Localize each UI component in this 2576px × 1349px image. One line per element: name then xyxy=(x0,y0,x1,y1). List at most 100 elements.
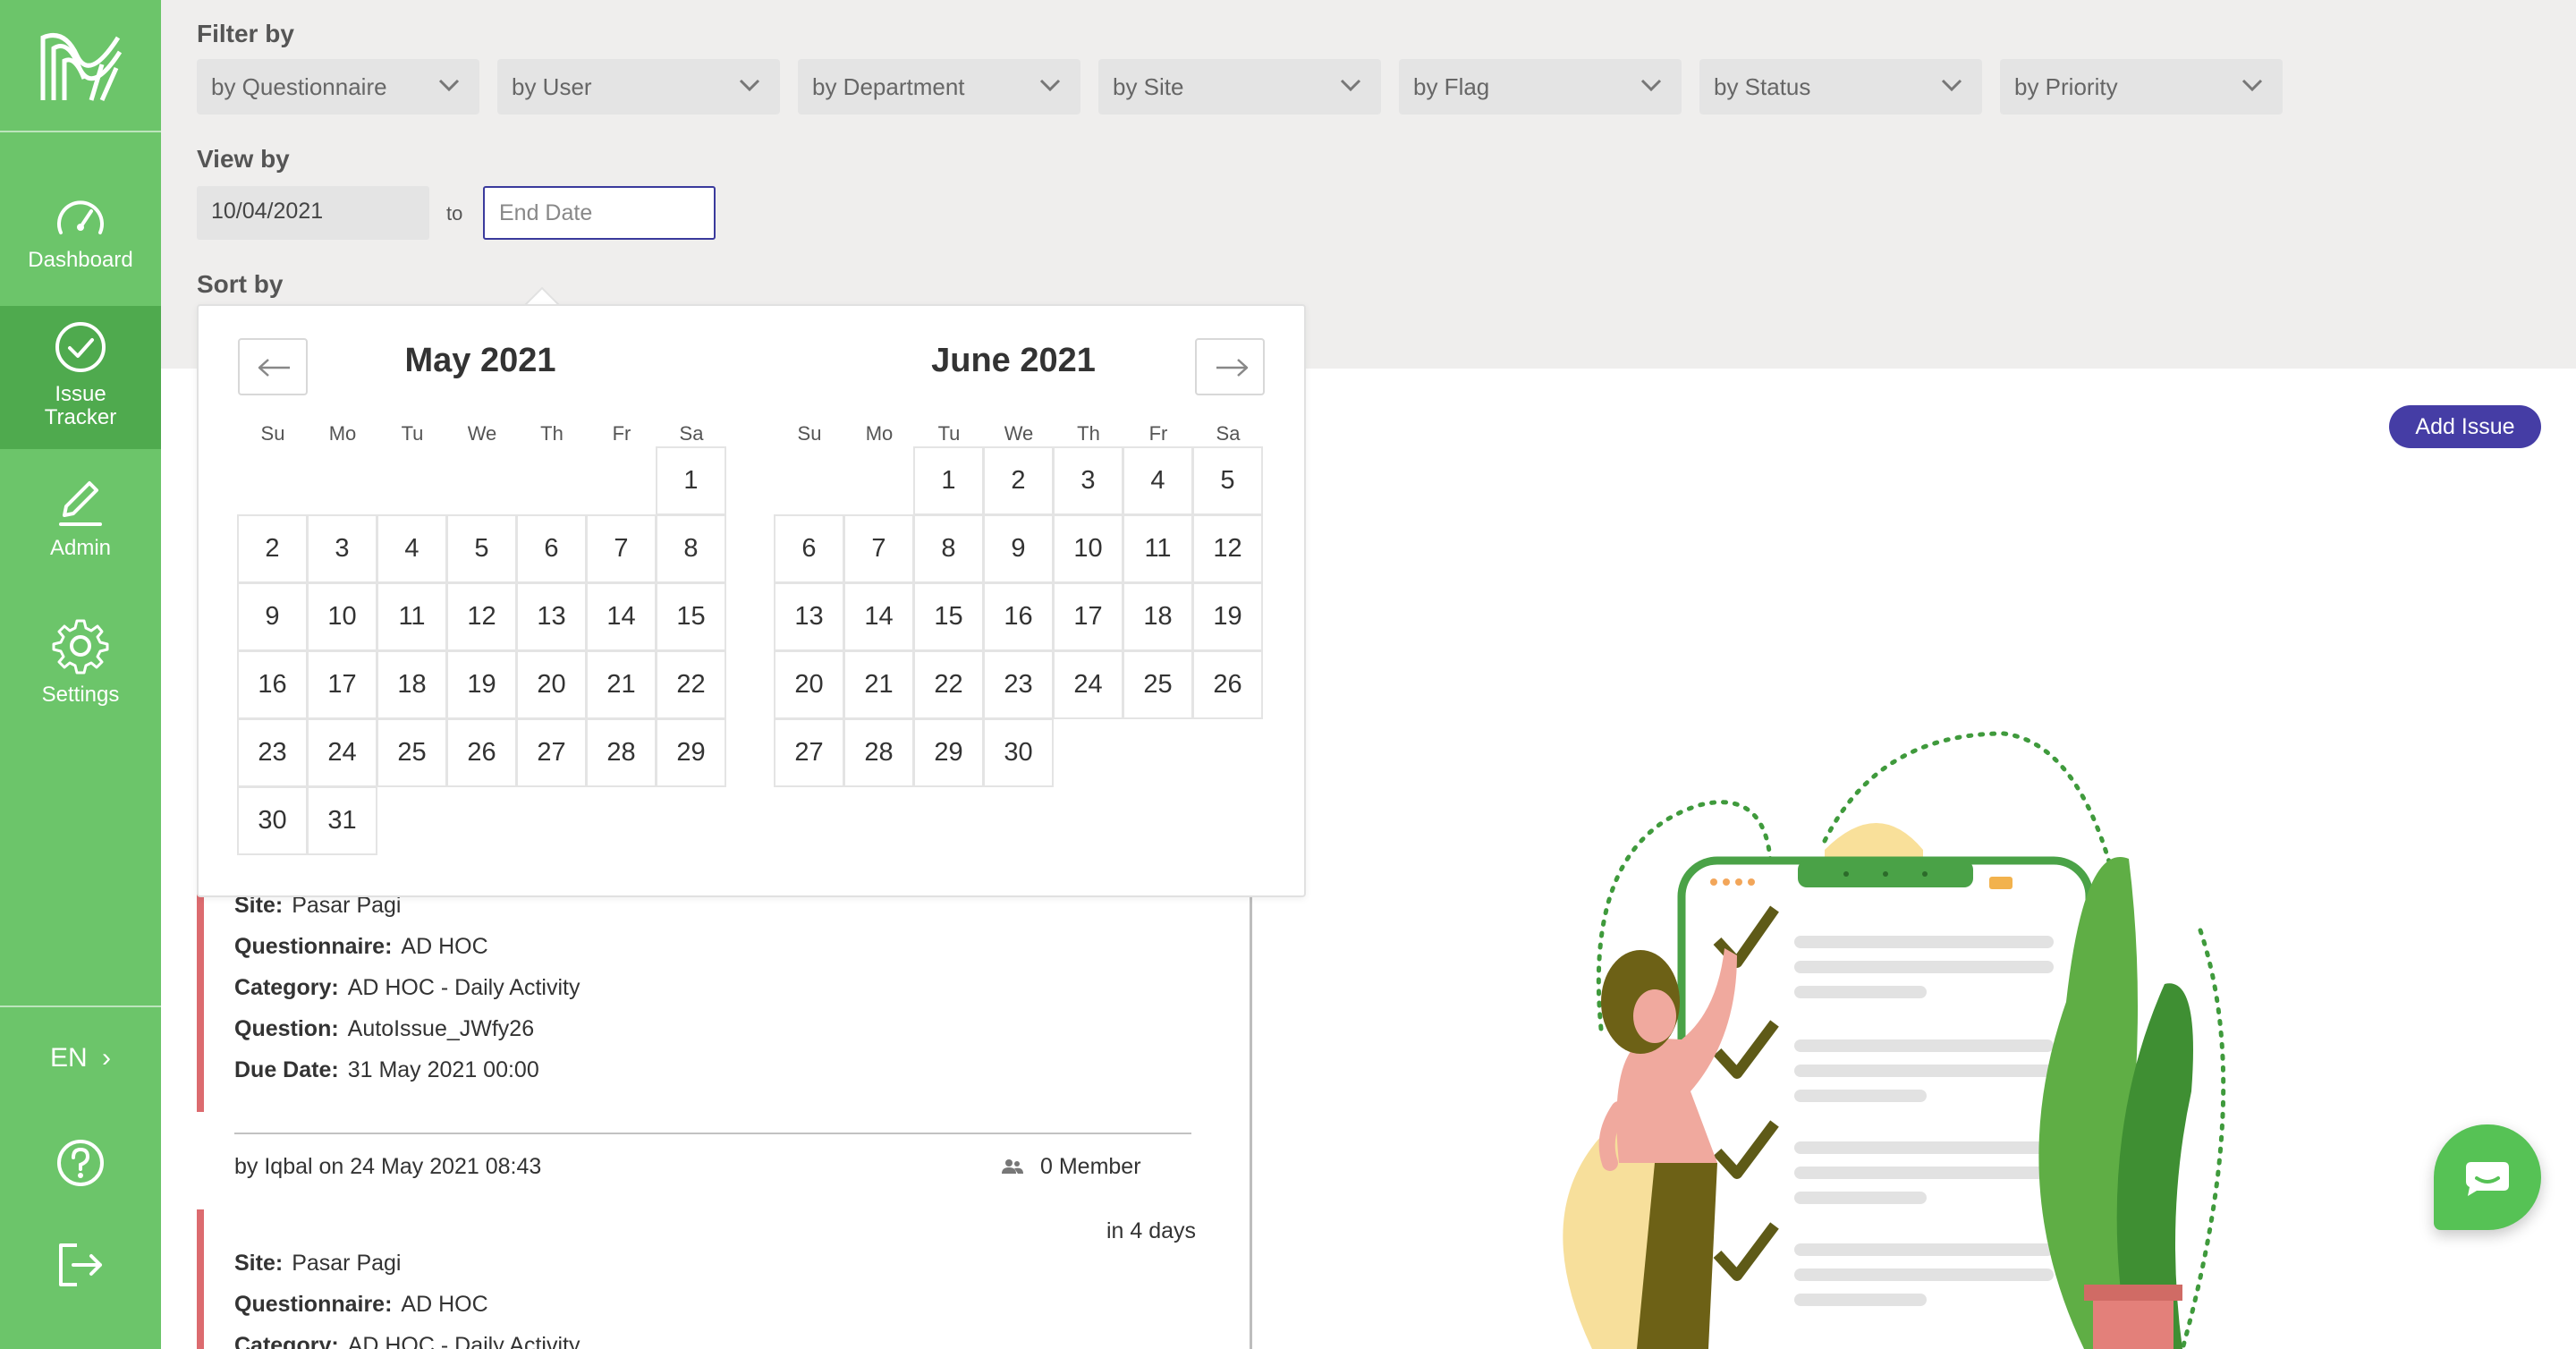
day-cell[interactable]: 10 xyxy=(307,582,377,651)
day-cell[interactable]: 20 xyxy=(516,650,587,719)
field-value: AD HOC xyxy=(401,1292,488,1317)
day-cell[interactable]: 8 xyxy=(913,514,984,583)
day-cell[interactable]: 21 xyxy=(843,650,914,719)
day-cell[interactable]: 17 xyxy=(1053,582,1123,651)
day-cell[interactable]: 21 xyxy=(586,650,657,719)
day-cell[interactable]: 9 xyxy=(237,582,308,651)
date-range-to-label: to xyxy=(446,202,463,225)
sidebar-item-admin[interactable]: Admin xyxy=(0,474,161,581)
day-cell[interactable]: 22 xyxy=(913,650,984,719)
day-cell[interactable]: 15 xyxy=(913,582,984,651)
day-cell[interactable]: 12 xyxy=(446,582,517,651)
date-picker-popup: May 2021 June 2021 Su Mo Tu We Th Fr Sa Su Mo Tu… xyxy=(197,304,1306,897)
filter-user-select[interactable]: by User xyxy=(497,59,780,115)
sidebar-item-label: Settings xyxy=(41,683,120,707)
sidebar-item-dashboard[interactable]: Dashboard xyxy=(0,179,161,304)
day-cell[interactable]: 2 xyxy=(237,514,308,583)
day-cell[interactable]: 25 xyxy=(377,718,447,787)
day-cell[interactable]: 11 xyxy=(377,582,447,651)
select-label: by Department xyxy=(812,73,965,100)
day-cell[interactable]: 19 xyxy=(446,650,517,719)
start-date-input[interactable]: 10/04/2021 xyxy=(197,186,429,240)
select-label: by Site xyxy=(1113,73,1184,100)
filter-questionnaire-select[interactable]: by Questionnaire xyxy=(197,59,479,115)
day-cell[interactable]: 5 xyxy=(446,514,517,583)
day-cell[interactable]: 2 xyxy=(983,446,1054,515)
previous-month-button[interactable] xyxy=(238,338,308,395)
day-cell[interactable]: 23 xyxy=(237,718,308,787)
day-cell[interactable]: 14 xyxy=(843,582,914,651)
day-cell[interactable]: 3 xyxy=(1053,446,1123,515)
day-cell[interactable]: 7 xyxy=(586,514,657,583)
issue-card[interactable] xyxy=(197,1209,1252,1349)
day-cell[interactable]: 30 xyxy=(237,786,308,855)
day-cell[interactable]: 4 xyxy=(1123,446,1193,515)
day-cell[interactable]: 1 xyxy=(656,446,726,515)
filter-flag-select[interactable]: by Flag xyxy=(1399,59,1682,115)
month-grid: 1 2 3 4 5 6 7 8 9 10 11 12 13 14 15 16 17 18 19 20 21 22 23 24 2… xyxy=(237,446,726,859)
app-logo[interactable] xyxy=(0,0,161,132)
day-cell[interactable]: 14 xyxy=(586,582,657,651)
day-cell[interactable]: 25 xyxy=(1123,650,1193,719)
filter-priority-select[interactable]: by Priority xyxy=(2000,59,2283,115)
day-cell[interactable]: 5 xyxy=(1192,446,1263,515)
day-cell[interactable]: 26 xyxy=(1192,650,1263,719)
day-cell[interactable]: 18 xyxy=(377,650,447,719)
day-cell[interactable]: 9 xyxy=(983,514,1054,583)
day-cell[interactable]: 27 xyxy=(516,718,587,787)
day-cell[interactable]: 17 xyxy=(307,650,377,719)
chevron-right-icon: › xyxy=(102,1043,112,1073)
issue-due-date: Due Date: 31 May 2021 00:00 xyxy=(234,1057,539,1083)
day-cell[interactable]: 28 xyxy=(843,718,914,787)
filter-site-select[interactable]: by Site xyxy=(1098,59,1381,115)
day-cell[interactable]: 28 xyxy=(586,718,657,787)
next-month-button[interactable] xyxy=(1195,338,1265,395)
day-cell[interactable]: 31 xyxy=(307,786,377,855)
day-cell[interactable]: 23 xyxy=(983,650,1054,719)
day-cell[interactable]: 6 xyxy=(774,514,844,583)
chat-button[interactable] xyxy=(2434,1124,2541,1230)
weekday-label: We xyxy=(1004,422,1034,445)
sidebar-divider xyxy=(0,1005,161,1007)
arrow-left-icon xyxy=(258,359,290,377)
sidebar-item-settings[interactable]: Settings xyxy=(0,617,161,725)
day-cell[interactable]: 10 xyxy=(1053,514,1123,583)
day-cell[interactable]: 11 xyxy=(1123,514,1193,583)
day-cell[interactable]: 29 xyxy=(913,718,984,787)
day-cell[interactable]: 6 xyxy=(516,514,587,583)
day-cell[interactable]: 27 xyxy=(774,718,844,787)
day-cell[interactable]: 24 xyxy=(307,718,377,787)
day-cell[interactable]: 7 xyxy=(843,514,914,583)
sidebar-item-issue-tracker[interactable]: Issue Tracker xyxy=(0,306,161,449)
weekday-label: Mo xyxy=(865,422,894,445)
day-cell[interactable]: 16 xyxy=(237,650,308,719)
day-cell[interactable]: 1 xyxy=(913,446,984,515)
filter-status-select[interactable]: by Status xyxy=(1699,59,1982,115)
day-cell[interactable]: 16 xyxy=(983,582,1054,651)
add-issue-button[interactable]: Add Issue xyxy=(2389,405,2541,448)
day-cell[interactable]: 30 xyxy=(983,718,1054,787)
language-switcher[interactable]: EN › xyxy=(0,1043,161,1073)
member-count[interactable]: 0 Member xyxy=(1002,1154,1141,1180)
day-cell[interactable]: 19 xyxy=(1192,582,1263,651)
day-cell[interactable]: 4 xyxy=(377,514,447,583)
day-cell[interactable]: 12 xyxy=(1192,514,1263,583)
day-cell[interactable]: 22 xyxy=(656,650,726,719)
day-cell[interactable]: 29 xyxy=(656,718,726,787)
pencil-icon xyxy=(59,481,102,526)
day-cell[interactable]: 26 xyxy=(446,718,517,787)
day-cell[interactable]: 3 xyxy=(307,514,377,583)
end-date-input[interactable]: End Date xyxy=(483,186,716,240)
day-cell[interactable]: 24 xyxy=(1053,650,1123,719)
day-cell[interactable]: 15 xyxy=(656,582,726,651)
day-cell[interactable]: 18 xyxy=(1123,582,1193,651)
day-cell[interactable]: 13 xyxy=(516,582,587,651)
logout-icon[interactable] xyxy=(55,1240,106,1290)
day-cell[interactable]: 20 xyxy=(774,650,844,719)
weekday-label: Fr xyxy=(612,422,631,445)
help-icon[interactable] xyxy=(55,1138,106,1188)
chat-icon xyxy=(2466,1162,2509,1196)
filter-department-select[interactable]: by Department xyxy=(798,59,1080,115)
day-cell[interactable]: 13 xyxy=(774,582,844,651)
day-cell[interactable]: 8 xyxy=(656,514,726,583)
